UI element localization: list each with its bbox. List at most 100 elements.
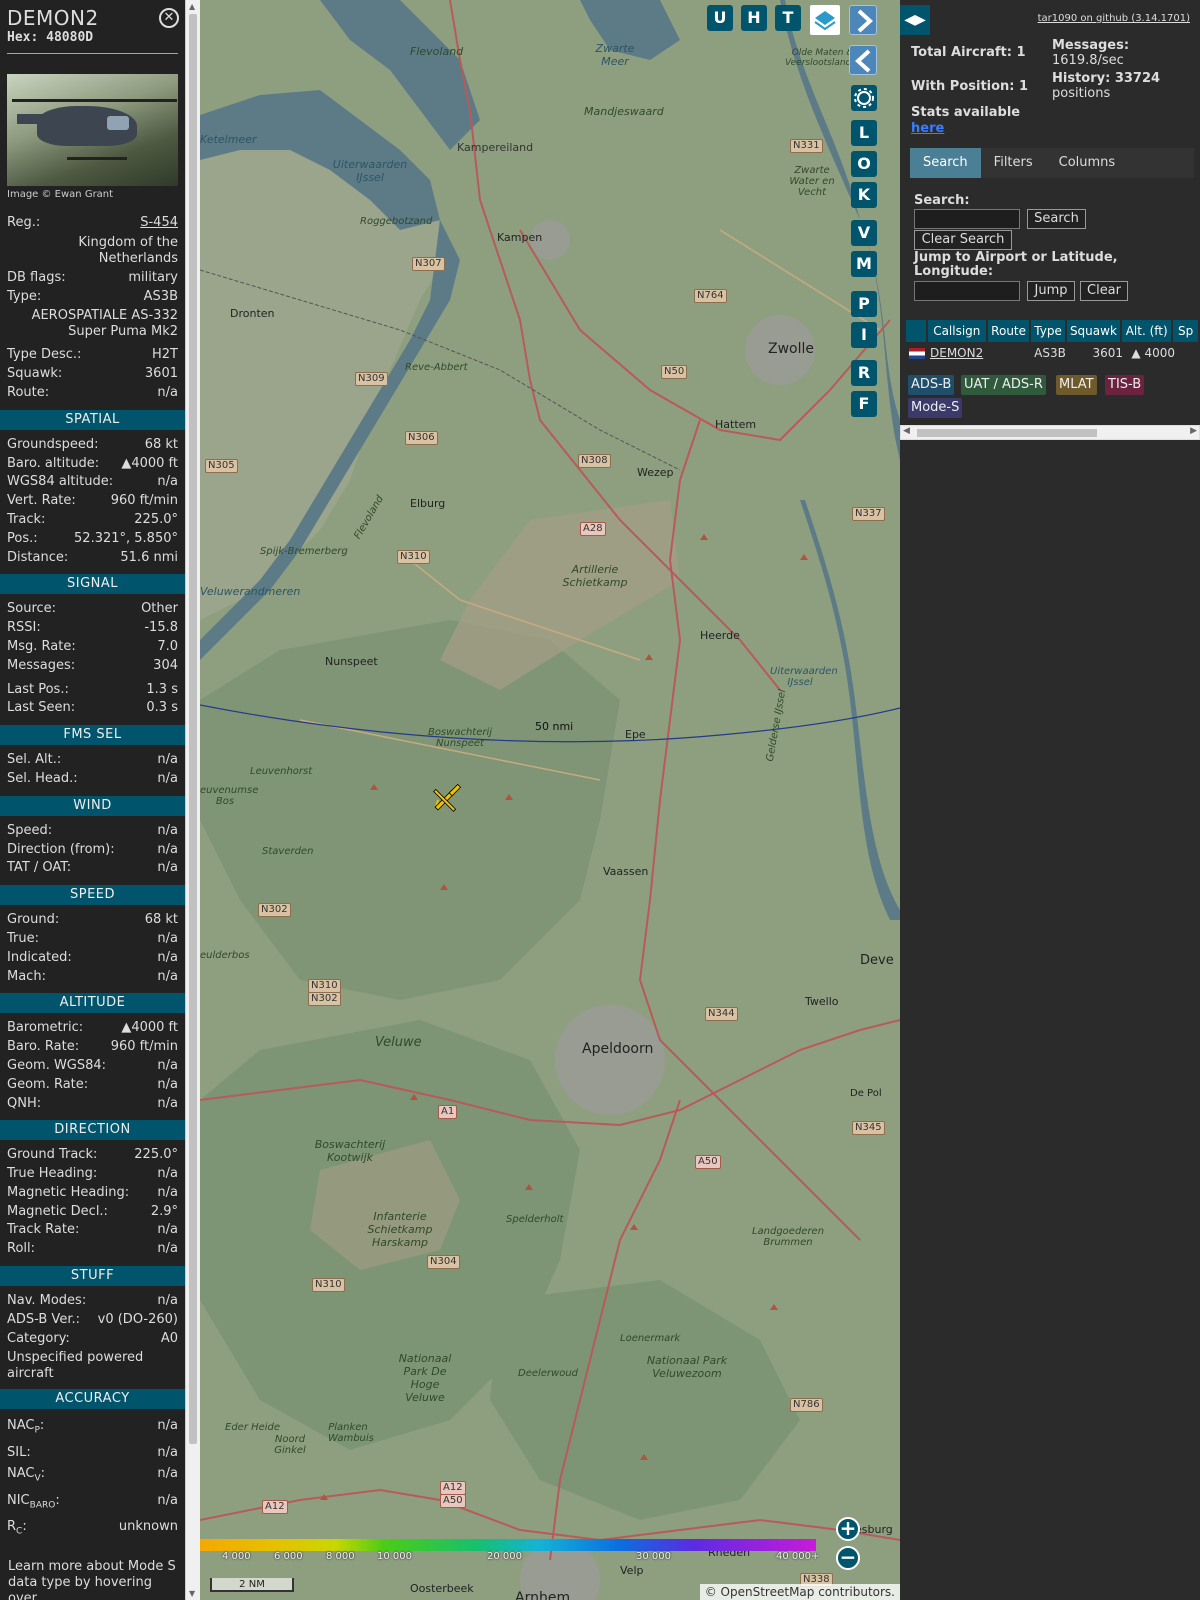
right-sidebar: ◀▶ tar1090 on github (3.14.1701) Total A… [900, 0, 1200, 1600]
chevron-right-icon[interactable] [849, 5, 877, 35]
scroll-left-icon[interactable]: ◀ [903, 426, 910, 436]
photo-wheels [67, 150, 127, 160]
tab-search[interactable]: Search [910, 148, 981, 178]
info-key: True Heading: [7, 1166, 98, 1182]
legend-tick-label: 40 000+ [776, 1551, 820, 1562]
info-row: WGS84 altitude: n/a [0, 473, 185, 492]
col-speed[interactable]: Sp [1173, 320, 1198, 342]
btn-p[interactable]: P [851, 291, 877, 317]
info-row: RSSI: -15.8 [0, 619, 185, 638]
row-callsign[interactable]: DEMON2 [928, 342, 987, 364]
info-key: Mach: [7, 968, 46, 984]
chevron-left-icon[interactable] [849, 45, 877, 75]
squawk-value: 3601 [144, 366, 178, 382]
jump-button[interactable]: Jump [1027, 281, 1075, 301]
info-value: n/a [157, 1095, 178, 1111]
col-callsign[interactable]: Callsign [927, 320, 986, 342]
btn-l[interactable]: L [851, 120, 877, 146]
info-value: 2.9° [150, 1203, 178, 1219]
zoom-in-button[interactable]: + [836, 1517, 860, 1541]
map-canvas[interactable]: Flevoland Ketelmeer Zwarte Meer Mandjesw… [200, 0, 900, 1600]
info-value: 960 ft/min [110, 1039, 178, 1055]
info-row: Magnetic Decl.: 2.9° [0, 1203, 185, 1222]
footer-note: Learn more about Mode S data type by hov… [8, 1558, 176, 1600]
accuracy-row: NACV: n/a [0, 1463, 185, 1490]
label-spijk: Spijk-Bremerberg [260, 546, 348, 557]
label-nationaal-veluwezoom: Nationaal Park Veluwezoom [646, 1354, 728, 1380]
total-aircraft: Total Aircraft: 1 [911, 45, 1026, 60]
clear-button[interactable]: Clear [1080, 281, 1128, 301]
table-horizontal-scrollbar[interactable]: ◀ ▶ [900, 425, 1200, 440]
info-row: True: n/a [0, 930, 185, 949]
btn-r[interactable]: R [851, 360, 877, 386]
info-row: Sel. Alt.: n/a [0, 751, 185, 770]
info-key: Track: [7, 511, 46, 527]
col-altitude[interactable]: Alt. (ft) [1122, 320, 1172, 342]
info-key: Barometric: [7, 1020, 84, 1036]
label-apeldoorn: Apeldoorn [582, 1041, 654, 1057]
btn-m[interactable]: M [851, 251, 877, 277]
info-value: n/a [157, 1222, 178, 1238]
expand-arrows-icon[interactable]: ◀▶ [900, 5, 930, 35]
scroll-right-icon[interactable]: ▶ [1190, 426, 1197, 436]
btn-h[interactable]: H [741, 5, 767, 31]
accuracy-key: RC: [7, 1516, 27, 1543]
layers-icon[interactable] [810, 5, 840, 35]
category-desc: Unspecified powered aircraft [7, 1350, 144, 1382]
map-attribution[interactable]: © OpenStreetMap contributors. [699, 1584, 900, 1600]
tab-columns[interactable]: Columns [1046, 148, 1129, 178]
aircraft-table: Callsign Route Type Squawk Alt. (ft) Sp … [906, 320, 1200, 364]
stats-link[interactable]: here [911, 121, 944, 136]
info-value: n/a [157, 752, 178, 768]
btn-f[interactable]: F [851, 391, 877, 417]
col-route[interactable]: Route [987, 320, 1030, 342]
btn-i[interactable]: I [851, 322, 877, 348]
source-badge: ADS-B [908, 375, 955, 395]
col-squawk[interactable]: Squawk [1066, 320, 1121, 342]
row-squawk: 3601 [1092, 346, 1123, 360]
github-link[interactable]: tar1090 on github (3.14.1701) [1038, 13, 1190, 24]
road-shield: N302 [258, 903, 291, 917]
btn-u[interactable]: U [707, 5, 733, 31]
label-deelerwoud: Deelerwoud [518, 1368, 579, 1379]
label-nunspeet: Nunspeet [325, 655, 378, 668]
info-row: ADS-B Ver.: v0 (DO-260) [0, 1311, 185, 1330]
row-type: AS3B [1034, 346, 1066, 360]
col-type[interactable]: Type [1031, 320, 1065, 342]
accuracy-colon: : [55, 1492, 60, 1508]
info-scrollbar[interactable]: ▲ ▼ [185, 0, 200, 1600]
info-key: Track Rate: [7, 1222, 80, 1238]
aircraft-photo[interactable] [7, 74, 178, 186]
legend-tick-label: 6 000 [274, 1551, 303, 1562]
row-altitude: ▲ 4000 [1131, 346, 1175, 360]
scroll-up-icon[interactable]: ▲ [189, 2, 195, 11]
gear-icon[interactable] [851, 85, 877, 111]
label-uiterwaarden: Uiterwaarden IJssel [332, 158, 408, 184]
clear-search-button[interactable]: Clear Search [914, 230, 1012, 250]
info-value: n/a [157, 474, 178, 490]
search-button[interactable]: Search [1027, 209, 1086, 229]
road-shield: N308 [578, 454, 611, 468]
col-flag[interactable] [906, 320, 926, 342]
jump-input[interactable] [914, 281, 1020, 301]
tab-filters[interactable]: Filters [981, 148, 1046, 178]
info-scroll-thumb[interactable] [189, 14, 197, 1444]
btn-v[interactable]: V [851, 220, 877, 246]
info-value: n/a [157, 1166, 178, 1182]
search-input[interactable] [914, 209, 1020, 229]
road-shield: A12 [262, 1500, 288, 1514]
btn-o[interactable]: O [851, 151, 877, 177]
btn-k[interactable]: K [851, 182, 877, 208]
info-row: Distance: 51.6 nmi [0, 549, 185, 568]
close-icon[interactable]: ✕ [159, 8, 179, 28]
table-row[interactable]: DEMON2 AS3B 3601 ▲ 4000 [906, 342, 1200, 364]
hscroll-thumb[interactable] [917, 429, 1097, 437]
btn-t[interactable]: T [775, 5, 801, 31]
zoom-out-button[interactable]: − [836, 1546, 860, 1570]
registration-link[interactable]: S-454 [140, 214, 178, 233]
scroll-down-icon[interactable]: ▼ [189, 1589, 195, 1598]
label-boswachterij-nunspeet: Boswachterij Nunspeet [427, 727, 493, 749]
section-wind: WIND [0, 795, 185, 816]
info-value: 68 kt [144, 912, 178, 928]
info-row: Track Rate: n/a [0, 1221, 185, 1240]
